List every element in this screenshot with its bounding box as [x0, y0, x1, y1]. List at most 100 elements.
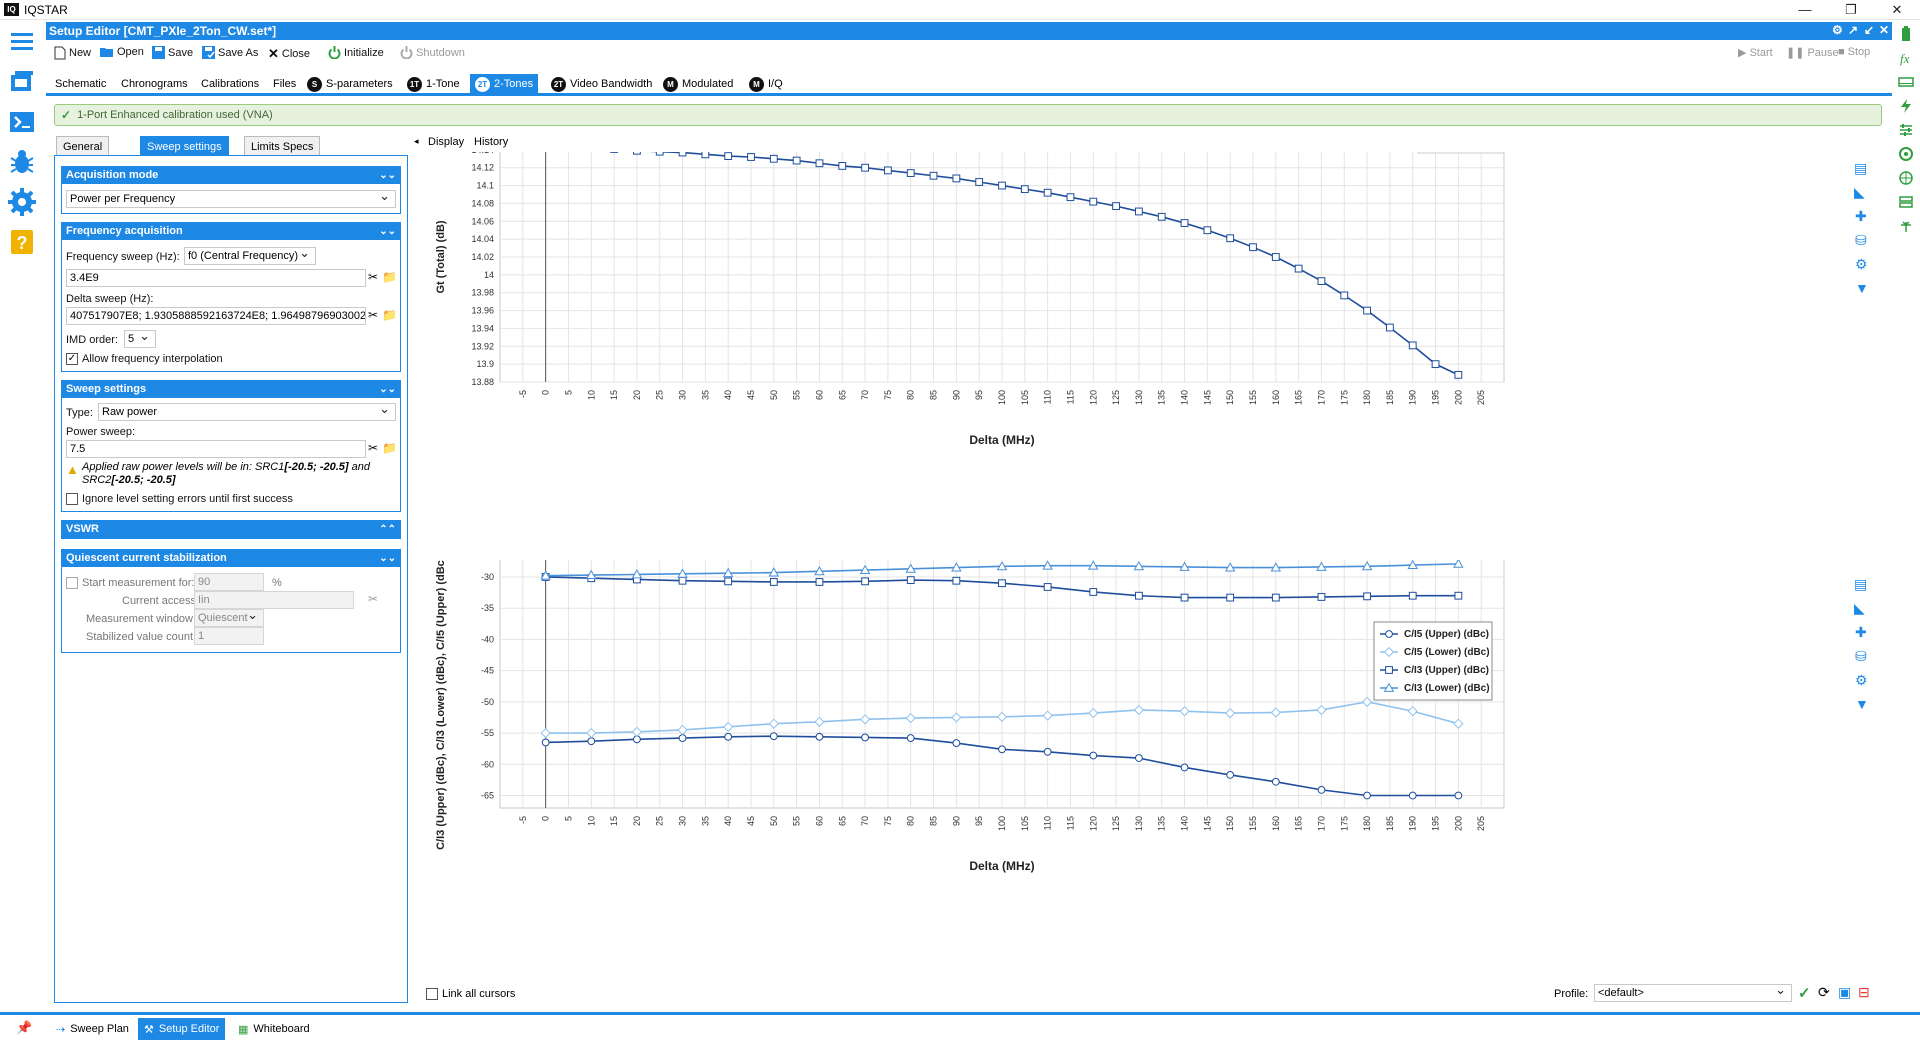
- close-button[interactable]: ✕ Close: [268, 46, 310, 62]
- tab-schematic[interactable]: Schematic: [50, 74, 111, 94]
- help-icon[interactable]: ?: [6, 226, 38, 258]
- tab-files[interactable]: Files: [268, 74, 301, 94]
- acquisition-mode-select[interactable]: Power per Frequency: [66, 190, 396, 208]
- chart-settings-icon[interactable]: ⚙: [1855, 672, 1868, 689]
- start-measurement-checkbox[interactable]: [66, 577, 78, 589]
- target-icon[interactable]: [1898, 146, 1914, 162]
- tab-whiteboard[interactable]: ▦ Whiteboard: [232, 1018, 316, 1040]
- measurement-window-select[interactable]: Quiescent: [194, 609, 264, 627]
- editor-dock-icon[interactable]: ↙: [1864, 23, 1874, 37]
- cursor-add-icon[interactable]: ✚: [1855, 208, 1867, 225]
- battery-icon[interactable]: [1898, 26, 1914, 42]
- tab-1-tone[interactable]: 1T 1-Tone: [402, 74, 465, 94]
- function-icon[interactable]: fx: [1898, 50, 1914, 66]
- area-chart-icon[interactable]: ◣: [1854, 184, 1865, 201]
- tab-calibrations[interactable]: Calibrations: [196, 74, 264, 94]
- lightning-icon[interactable]: [1898, 98, 1914, 114]
- chart-settings-icon[interactable]: ⚙: [1855, 256, 1868, 273]
- folder-icon[interactable]: 📁: [382, 308, 397, 322]
- editor-close-icon[interactable]: ✕: [1879, 23, 1889, 37]
- hamburger-menu-icon[interactable]: [6, 26, 38, 58]
- area-chart-icon[interactable]: ◣: [1854, 600, 1865, 617]
- collapse-icon: ⌄⌄: [379, 226, 396, 237]
- collapse-left-icon[interactable]: ◂: [414, 136, 419, 147]
- database-icon[interactable]: ⛁: [1855, 232, 1867, 249]
- tab-sweep-plan[interactable]: ⇢ Sweep Plan: [50, 1018, 135, 1040]
- type-select[interactable]: Raw power: [98, 403, 396, 421]
- start-button[interactable]: ▶ Start: [1738, 46, 1773, 60]
- tab-history[interactable]: History: [474, 136, 508, 148]
- tab-chronograms[interactable]: Chronograms: [116, 74, 193, 94]
- minimize-button[interactable]: —: [1790, 1, 1820, 19]
- quiescent-header[interactable]: Quiescent current stabilization ⌄⌄: [62, 550, 400, 567]
- restore-button[interactable]: ❐: [1836, 1, 1866, 19]
- new-button[interactable]: New: [54, 46, 91, 60]
- tab-2-tones[interactable]: 2T 2-Tones: [470, 74, 539, 94]
- settings-gear-icon[interactable]: [6, 186, 38, 218]
- sweep-header[interactable]: Sweep settings ⌄⌄: [62, 381, 400, 398]
- apply-check-icon[interactable]: ✓: [1798, 984, 1811, 1002]
- tab-s-parameters[interactable]: S S-parameters: [302, 74, 398, 94]
- link-cursors-checkbox[interactable]: [426, 988, 438, 1000]
- tools-icon[interactable]: ✂: [368, 441, 378, 455]
- editor-settings-icon[interactable]: ⚙: [1832, 23, 1843, 37]
- save-button[interactable]: Save: [152, 46, 193, 59]
- stop-button[interactable]: ■ Stop: [1838, 46, 1870, 58]
- frequency-header[interactable]: Frequency acquisition ⌄⌄: [62, 223, 400, 240]
- tab-general[interactable]: General: [56, 136, 110, 156]
- stabilized-count-input[interactable]: 1: [194, 627, 264, 645]
- database-icon[interactable]: ⛁: [1855, 648, 1867, 665]
- initialize-button[interactable]: Initialize: [328, 46, 384, 59]
- data-point: [1271, 593, 1280, 602]
- tools-icon[interactable]: ✂: [368, 308, 378, 322]
- vswr-header[interactable]: VSWR ⌃⌃: [62, 521, 400, 538]
- tab-video-bandwidth[interactable]: 2T Video Bandwidth: [546, 74, 657, 94]
- terminal-icon[interactable]: [6, 106, 38, 138]
- save-profile-icon[interactable]: ▣: [1838, 984, 1851, 1001]
- imd-order-select[interactable]: 5: [124, 330, 156, 348]
- tab-iq[interactable]: M I/Q: [744, 74, 788, 94]
- current-access-input[interactable]: Iin: [194, 591, 354, 609]
- power-sweep-input[interactable]: 7.5: [66, 440, 366, 458]
- export-icon[interactable]: ▤: [1854, 576, 1867, 593]
- delete-profile-icon[interactable]: ⊟: [1858, 984, 1870, 1001]
- interpolation-checkbox[interactable]: ✓: [66, 353, 78, 365]
- start-measurement-input[interactable]: 90: [194, 573, 264, 591]
- tools-icon[interactable]: ✂: [368, 270, 378, 284]
- frequency-sweep-select[interactable]: f0 (Central Frequency): [184, 247, 316, 265]
- shutdown-button[interactable]: Shutdown: [400, 46, 465, 59]
- intermod-chart[interactable]: -5 0 5 10 15 20 25 30 35 40 45 50 55 60 65 70 75 80 85 90 95…: [418, 560, 1858, 970]
- refresh-icon[interactable]: ⟳: [1818, 984, 1830, 1001]
- tab-limits-specs[interactable]: Limits Specs: [244, 136, 321, 156]
- files-icon[interactable]: [6, 66, 38, 98]
- tab-display[interactable]: Display: [428, 136, 464, 148]
- profile-select[interactable]: <default>: [1594, 984, 1792, 1002]
- folder-icon[interactable]: 📁: [382, 441, 397, 455]
- tab-modulated[interactable]: M Modulated: [658, 74, 738, 94]
- tab-sweep-settings[interactable]: Sweep settings: [140, 136, 229, 156]
- filter-icon[interactable]: ▼: [1855, 280, 1869, 296]
- close-window-button[interactable]: ✕: [1882, 1, 1912, 19]
- cursor-add-icon[interactable]: ✚: [1855, 624, 1867, 641]
- bug-icon[interactable]: [6, 146, 38, 178]
- antenna-icon[interactable]: [1898, 218, 1914, 234]
- ignore-errors-checkbox[interactable]: [66, 493, 78, 505]
- acquisition-header[interactable]: Acquisition mode ⌄⌄: [62, 167, 400, 184]
- tab-setup-editor[interactable]: ⚒ Setup Editor: [138, 1018, 226, 1040]
- sliders-icon[interactable]: [1898, 122, 1914, 138]
- save-as-button[interactable]: Save As: [202, 46, 258, 59]
- gain-chart[interactable]: -5 0 5 10 15 20 25 30 35 40 45 50 55 60 65 70 75 80 85 90 95…: [418, 152, 1858, 550]
- f0-input[interactable]: 3.4E9: [66, 269, 366, 287]
- layers-icon[interactable]: [1898, 194, 1914, 210]
- folder-icon[interactable]: 📁: [382, 270, 397, 284]
- pause-button[interactable]: ❚❚ Pause: [1786, 46, 1839, 60]
- pin-icon[interactable]: 📌: [16, 1020, 32, 1036]
- filter-icon[interactable]: ▼: [1855, 696, 1869, 712]
- tools-icon[interactable]: ✂: [368, 592, 378, 606]
- editor-float-icon[interactable]: ↗: [1848, 23, 1858, 37]
- export-icon[interactable]: ▤: [1854, 160, 1867, 177]
- delta-sweep-input[interactable]: 407517907E8; 1.9305888592163724E8; 1.964…: [66, 307, 366, 325]
- open-button[interactable]: Open: [100, 46, 144, 58]
- globe-icon[interactable]: [1898, 170, 1914, 186]
- drive-icon[interactable]: [1898, 74, 1914, 90]
